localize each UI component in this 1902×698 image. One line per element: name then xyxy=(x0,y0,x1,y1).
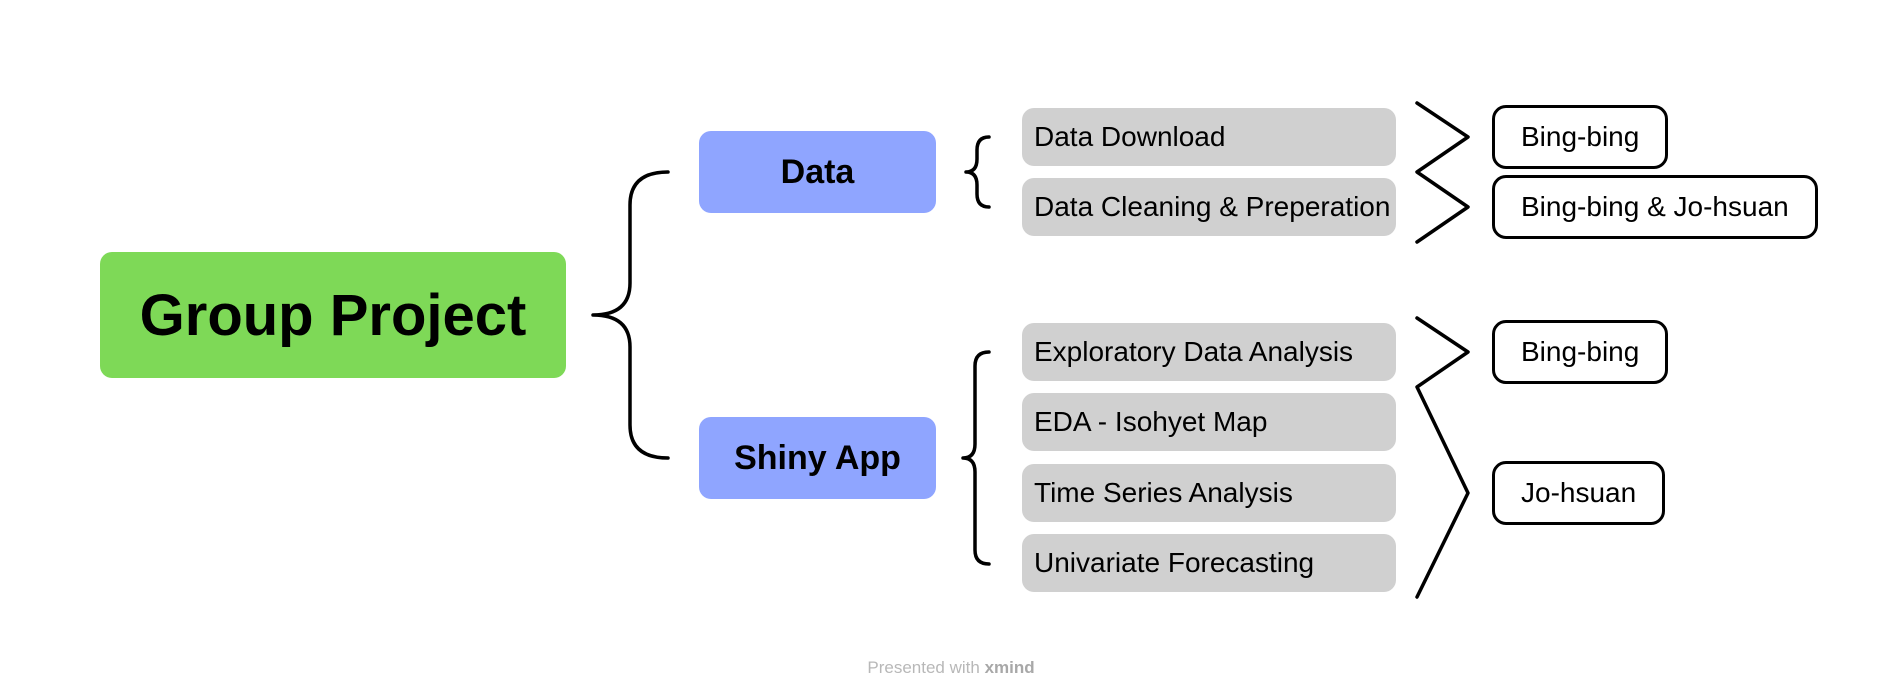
footer-credit: Presented with xmind xyxy=(0,658,1902,678)
assign-arrow-1 xyxy=(1415,101,1470,244)
data-brace xyxy=(964,135,991,209)
branch-shiny-app[interactable]: Shiny App xyxy=(699,417,936,499)
assignee-label: Jo-hsuan xyxy=(1521,477,1637,508)
assignee-label: Bing-bing xyxy=(1521,336,1640,367)
assignee-label: Bing-bing xyxy=(1521,121,1640,152)
shiny-brace xyxy=(961,350,991,566)
task-label: Time Series Analysis xyxy=(1034,477,1293,508)
branch-label: Data xyxy=(780,152,855,191)
task-data-download[interactable]: Data Download xyxy=(1022,108,1396,166)
branch-label: Shiny App xyxy=(734,438,901,477)
root-node[interactable]: Group Project xyxy=(100,252,566,378)
assign-arrow-2 xyxy=(1415,316,1470,599)
branch-data[interactable]: Data xyxy=(699,131,936,213)
task-time-series[interactable]: Time Series Analysis xyxy=(1022,464,1396,522)
mind-map: Group Project Data Shiny App Data Downlo… xyxy=(0,0,1902,698)
task-label: Exploratory Data Analysis xyxy=(1034,336,1354,367)
task-forecasting[interactable]: Univariate Forecasting xyxy=(1022,534,1396,592)
assignee-label: Bing-bing & Jo-hsuan xyxy=(1521,191,1789,222)
footer-prefix: Presented with xyxy=(867,658,980,677)
task-eda[interactable]: Exploratory Data Analysis xyxy=(1022,323,1396,381)
assignee-box-2[interactable]: Bing-bing & Jo-hsuan xyxy=(1492,175,1818,239)
assignee-box-1[interactable]: Bing-bing xyxy=(1492,105,1669,169)
assignee-box-4[interactable]: Jo-hsuan xyxy=(1492,461,1666,525)
assignee-box-3[interactable]: Bing-bing xyxy=(1492,320,1669,384)
root-brace xyxy=(591,170,670,460)
footer-brand: xmind xyxy=(984,658,1035,677)
task-label: Data Download xyxy=(1034,121,1226,152)
task-label: EDA - Isohyet Map xyxy=(1034,406,1268,437)
task-label: Data Cleaning & Preperation xyxy=(1034,191,1391,222)
task-data-cleaning[interactable]: Data Cleaning & Preperation xyxy=(1022,178,1396,236)
task-isohyet-map[interactable]: EDA - Isohyet Map xyxy=(1022,393,1396,451)
task-label: Univariate Forecasting xyxy=(1034,547,1315,578)
root-label: Group Project xyxy=(139,282,527,348)
